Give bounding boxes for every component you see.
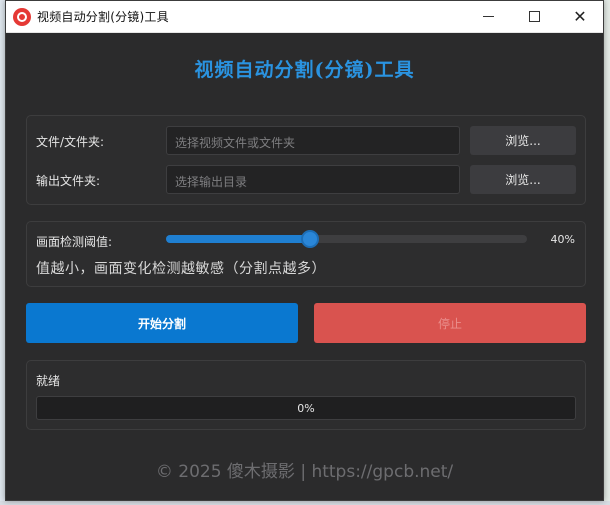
threshold-slider[interactable]: [166, 230, 527, 248]
page-title: 视频自动分割(分镜)工具: [194, 58, 415, 81]
slider-handle[interactable]: [301, 230, 320, 248]
background-app-right: [604, 0, 610, 505]
minimize-button[interactable]: [465, 1, 511, 33]
progress-bar: 0%: [36, 396, 576, 420]
output-row: 输出文件夹: 选择输出目录 浏览...: [27, 165, 585, 195]
maximize-button[interactable]: [511, 1, 557, 33]
status-panel: 就绪 0%: [26, 360, 586, 430]
progress-text: 0%: [297, 401, 315, 415]
stop-button[interactable]: 停止: [314, 303, 586, 343]
threshold-label: 画面检测阈值:: [36, 235, 113, 249]
input-label: 文件/文件夹:: [36, 135, 105, 149]
threshold-panel: 画面检测阈值: 40% 值越小，画面变化检测越敏感（分割点越多）: [26, 221, 586, 287]
file-selection-panel: 文件/文件夹: 选择视频文件或文件夹 浏览... 输出文件夹: 选择输出目录 浏…: [26, 115, 586, 205]
slider-fill: [166, 235, 311, 243]
footer-copyright: © 2025 傻木摄影 | https://gpcb.net/: [155, 462, 454, 482]
threshold-hint: 值越小，画面变化检测越敏感（分割点越多）: [36, 261, 326, 277]
window-title: 视频自动分割(分镜)工具: [37, 10, 169, 24]
app-window: 视频自动分割(分镜)工具 ✕ 视频自动分割(分镜)工具 文件/文件夹: 选择视频…: [5, 0, 604, 501]
close-button[interactable]: ✕: [557, 1, 603, 33]
title-bar[interactable]: 视频自动分割(分镜)工具 ✕: [6, 1, 603, 33]
output-label: 输出文件夹:: [36, 174, 101, 188]
background-app-bottom: [0, 501, 610, 505]
start-button[interactable]: 开始分割: [26, 303, 298, 343]
status-text: 就绪: [36, 374, 61, 388]
output-path-field[interactable]: 选择输出目录: [166, 165, 460, 194]
threshold-value: 40%: [550, 233, 575, 246]
input-path-field[interactable]: 选择视频文件或文件夹: [166, 126, 460, 155]
input-row: 文件/文件夹: 选择视频文件或文件夹 浏览...: [27, 126, 585, 156]
app-logo-icon: [13, 7, 31, 26]
browse-output-button[interactable]: 浏览...: [470, 165, 576, 194]
browse-input-button[interactable]: 浏览...: [470, 126, 576, 155]
